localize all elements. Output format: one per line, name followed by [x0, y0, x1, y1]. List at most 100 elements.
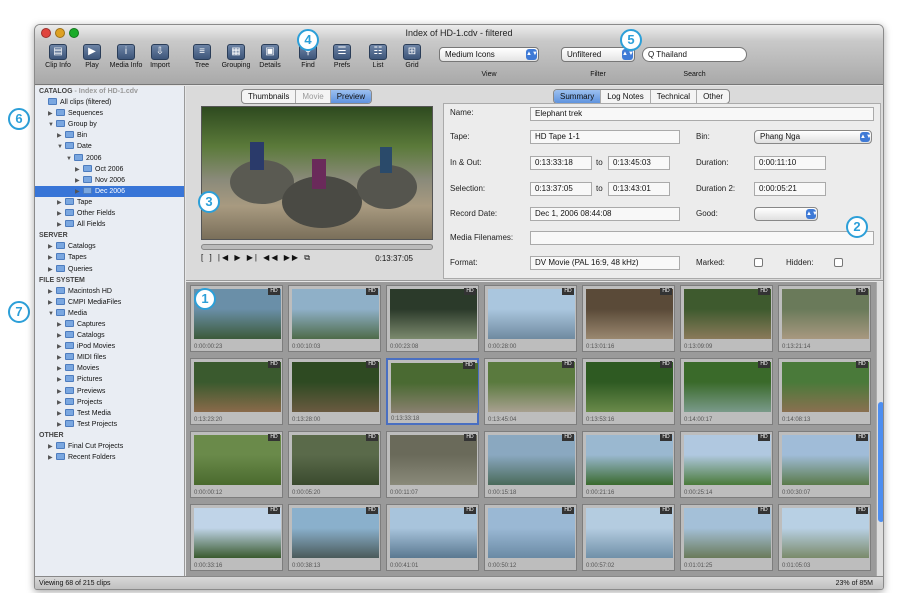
sidebar-item[interactable]: ▶ Other Fields — [35, 208, 184, 219]
tab-summary[interactable]: Summary — [554, 90, 602, 103]
filter-select[interactable]: Unfiltered ▲▼ — [561, 47, 635, 62]
sidebar-item[interactable]: ▶ Recent Folders — [35, 452, 184, 463]
clip-thumbnail[interactable]: HD 0:00:25:14 — [680, 431, 773, 498]
sidebar-item[interactable]: ▶ Oct 2006 — [35, 164, 184, 175]
preview-video[interactable]: 3 — [198, 106, 433, 240]
out-field[interactable]: 0:13:45:03 — [608, 156, 670, 170]
sidebar-item[interactable]: ▶ All Fields — [35, 219, 184, 230]
sidebar-item[interactable]: ▼ Date — [35, 141, 184, 152]
clip-thumbnail[interactable]: HD 0:00:23:08 — [386, 285, 479, 352]
clip-thumbnail[interactable]: HD 0:00:00:12 — [190, 431, 283, 498]
sidebar-item[interactable]: ▶ Queries — [35, 264, 184, 275]
sidebar-item[interactable]: ▼ Media — [35, 308, 184, 319]
media-info-button[interactable]: i Media Info — [109, 44, 143, 69]
clip-thumbnail[interactable]: HD 0:00:21:16 — [582, 431, 675, 498]
hidden-checkbox[interactable] — [834, 258, 843, 267]
sidebar-item[interactable]: ▶ Final Cut Projects — [35, 441, 184, 452]
marked-checkbox[interactable] — [754, 258, 763, 267]
in-field[interactable]: 0:13:33:18 — [530, 156, 592, 170]
clip-thumbnail[interactable]: HD 0:00:41:01 — [386, 504, 479, 571]
clip-thumbnail[interactable]: HD 0:13:21:14 — [778, 285, 871, 352]
name-field[interactable]: Elephant trek — [530, 107, 874, 121]
tape-field[interactable]: HD Tape 1-1 — [530, 130, 680, 144]
bin-select[interactable]: Phang Nga ▲▼ — [754, 130, 872, 144]
tab-log-notes[interactable]: Log Notes — [601, 90, 651, 103]
sidebar-item[interactable]: ▶ Movies — [35, 363, 184, 374]
sidebar-item[interactable]: ▶ MIDI files — [35, 352, 184, 363]
disclosure-closed-icon[interactable]: ▶ — [48, 453, 56, 464]
tab-other[interactable]: Other — [697, 90, 729, 103]
clip-thumbnail[interactable]: HD 0:00:10:03 — [288, 285, 381, 352]
duration-field[interactable]: 0:00:11:10 — [754, 156, 826, 170]
format-field[interactable]: DV Movie (PAL 16:9, 48 kHz) — [530, 256, 680, 270]
sidebar-item[interactable]: ▶ Test Projects — [35, 419, 184, 430]
grouping-button[interactable]: ▦ Grouping — [219, 44, 253, 69]
sidebar-item[interactable]: ▶ iPod Movies — [35, 341, 184, 352]
scrollbar-thumb[interactable] — [878, 402, 883, 522]
tree-button[interactable]: ≡ Tree — [185, 44, 219, 69]
sidebar-item[interactable]: ▼ 2006 — [35, 153, 184, 164]
tab-technical[interactable]: Technical — [651, 90, 698, 103]
clip-thumbnail[interactable]: HD 0:00:38:13 — [288, 504, 381, 571]
selection-out-field[interactable]: 0:13:43:01 — [608, 182, 670, 196]
clip-thumbnail[interactable]: HD 0:00:50:12 — [484, 504, 577, 571]
sidebar-item[interactable]: ▶ Sequences — [35, 108, 184, 119]
sidebar-item[interactable]: ▶ Pictures — [35, 374, 184, 385]
clip-thumbnail[interactable]: HD 0:14:00:17 — [680, 358, 773, 425]
play-button[interactable]: ▶ Play — [75, 44, 109, 69]
clip-thumbnail[interactable]: HD 0:00:57:02 — [582, 504, 675, 571]
duration2-field[interactable]: 0:00:05:21 — [754, 182, 826, 196]
sidebar-item[interactable]: ▶ Tape — [35, 197, 184, 208]
close-window-button[interactable] — [41, 28, 51, 38]
sidebar-item[interactable]: ▶ Test Media — [35, 408, 184, 419]
clip-thumbnail[interactable]: HD 0:13:23:20 — [190, 358, 283, 425]
sidebar-item[interactable]: ▶ CMPI MediaFiles — [35, 297, 184, 308]
tab-preview[interactable]: Preview — [330, 90, 372, 103]
scrub-bar[interactable] — [201, 244, 433, 250]
details-button[interactable]: ▣ Details — [253, 44, 287, 69]
list-button[interactable]: ☷ List — [361, 44, 395, 69]
search-input[interactable]: Q Thailand — [642, 47, 747, 62]
good-select[interactable]: ▲▼ — [754, 207, 818, 221]
sidebar-item[interactable]: All clips (filtered) — [35, 97, 184, 108]
sidebar-item[interactable]: ▶ Projects — [35, 397, 184, 408]
clip-thumbnail[interactable]: HD 0:13:09:09 — [680, 285, 773, 352]
sidebar-item[interactable]: ▶ Dec 2006 — [35, 185, 184, 197]
clip-info-button[interactable]: ▤ Clip Info — [41, 44, 75, 69]
view-select[interactable]: Medium Icons ▲▼ — [439, 47, 539, 62]
clip-thumbnail[interactable]: HD 0:00:33:16 — [190, 504, 283, 571]
sidebar-item[interactable]: ▶ Previews — [35, 386, 184, 397]
sidebar-item[interactable]: ▶ Bin — [35, 130, 184, 141]
clip-thumbnail[interactable]: HD 0:13:28:00 — [288, 358, 381, 425]
import-button[interactable]: ⇩ Import — [143, 44, 177, 69]
sidebar-item[interactable]: ▶ Captures — [35, 319, 184, 330]
clip-thumbnail[interactable]: HD 0:13:53:16 — [582, 358, 675, 425]
clip-thumbnail[interactable]: HD 0:00:15:18 — [484, 431, 577, 498]
sidebar-item[interactable]: ▶ Macintosh HD — [35, 286, 184, 297]
clip-thumbnail[interactable]: HD 0:00:28:00 — [484, 285, 577, 352]
minimize-window-button[interactable] — [55, 28, 65, 38]
clip-thumbnail[interactable]: HD 0:00:05:20 — [288, 431, 381, 498]
clip-thumbnail[interactable]: HD 0:13:33:18 — [386, 358, 479, 425]
media-filenames-field[interactable] — [530, 231, 874, 245]
prefs-button[interactable]: ☰ Prefs — [325, 44, 359, 69]
clip-thumbnail[interactable]: HD 0:00:11:07 — [386, 431, 479, 498]
zoom-window-button[interactable] — [69, 28, 79, 38]
clip-thumbnail[interactable]: HD 0:13:01:16 — [582, 285, 675, 352]
clip-thumbnail[interactable]: HD 0:13:45:04 — [484, 358, 577, 425]
grid-button[interactable]: ⊞ Grid — [395, 44, 429, 69]
transport-buttons[interactable]: [ ] |◀ ▶ ▶| ◀◀ ▶▶ ⧉ — [201, 253, 312, 263]
sidebar-item[interactable]: ▶ Tapes — [35, 252, 184, 263]
clip-thumbnail[interactable]: HD 0:00:30:07 — [778, 431, 871, 498]
clip-thumbnail[interactable]: HD 0:01:01:25 — [680, 504, 773, 571]
sidebar-item[interactable]: ▶ Catalogs — [35, 241, 184, 252]
clip-thumbnail[interactable]: HD 0:01:05:03 — [778, 504, 871, 571]
sidebar-item[interactable]: ▼ Group by — [35, 119, 184, 130]
sidebar-item[interactable]: ▶ Nov 2006 — [35, 175, 184, 186]
record-date-field[interactable]: Dec 1, 2006 08:44:08 — [530, 207, 680, 221]
clip-thumbnail[interactable]: HD 0:14:08:13 — [778, 358, 871, 425]
sidebar-item[interactable]: ▶ Catalogs — [35, 330, 184, 341]
selection-in-field[interactable]: 0:13:37:05 — [530, 182, 592, 196]
tab-thumbnails[interactable]: Thumbnails — [242, 90, 297, 103]
grid-scrollbar[interactable] — [876, 282, 883, 576]
